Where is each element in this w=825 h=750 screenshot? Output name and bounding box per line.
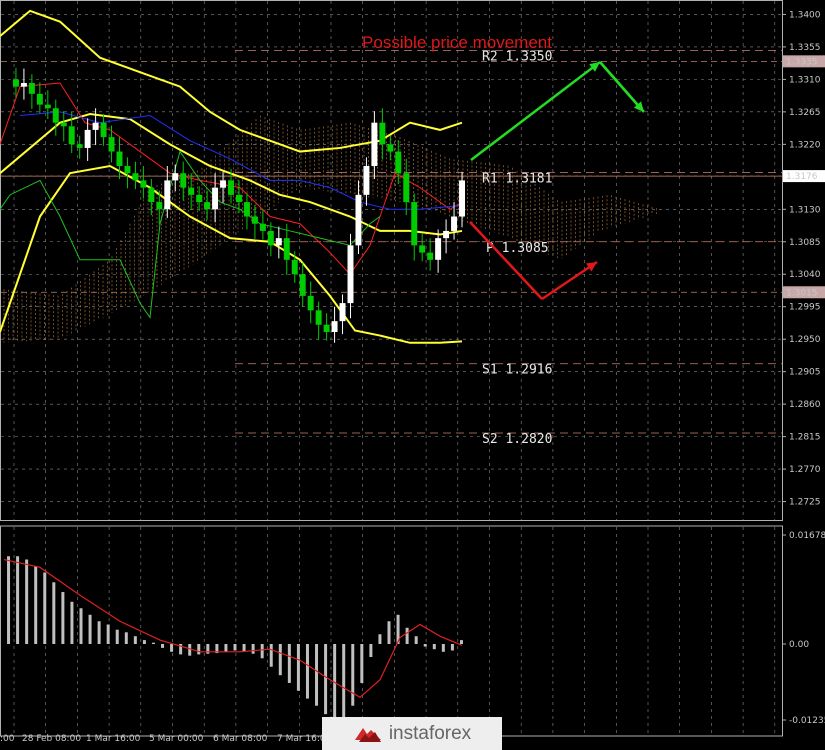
- bear-candle: [52, 108, 59, 123]
- chart-title: Possible price movement: [362, 33, 552, 52]
- bull-candle: [459, 180, 465, 217]
- bear-candle: [236, 194, 242, 203]
- price-tick-label: 1.2995: [789, 303, 821, 313]
- bull-candle: [20, 82, 27, 87]
- bear-candle: [395, 151, 402, 174]
- time-tick-label: 1 Mar 16:00: [86, 734, 141, 744]
- bear-candle: [387, 144, 394, 152]
- level-label-s1: S1 1.2916: [482, 363, 552, 378]
- bear-candle: [228, 180, 234, 195]
- bear-candle: [419, 245, 426, 253]
- bull-candle: [443, 230, 450, 239]
- marked-price-badge: 1.3335: [786, 57, 818, 67]
- bear-candle: [60, 122, 67, 127]
- bear-candle: [259, 223, 266, 231]
- bull-candle: [371, 122, 378, 166]
- bear-candle: [307, 295, 314, 311]
- bear-candle: [148, 187, 155, 203]
- bull-candle: [347, 245, 354, 304]
- price-chart: R2 1.3350R1 1.3181P 1.3085S1 1.2916S2 1.…: [0, 0, 825, 750]
- bear-candle: [132, 173, 139, 181]
- bull-candle: [84, 129, 91, 148]
- bear-candle: [299, 274, 306, 296]
- bull-candle: [275, 238, 282, 246]
- bear-candle: [108, 137, 115, 152]
- brand-name: instaforex: [388, 722, 472, 744]
- bear-candle: [267, 230, 274, 246]
- bear-candle: [323, 324, 330, 332]
- bull-candle: [92, 122, 99, 130]
- price-tick-label: 1.3220: [789, 140, 821, 150]
- level-label-r1: R1 1.3181: [482, 171, 552, 186]
- bear-candle: [283, 238, 290, 260]
- bear-candle: [76, 144, 83, 148]
- bull-candle: [212, 187, 219, 210]
- bear-candle: [188, 187, 195, 195]
- price-tick-label: 1.2905: [789, 368, 821, 378]
- price-tick-label: 1.3130: [789, 205, 821, 215]
- bear-candle: [251, 216, 258, 224]
- bull-candle: [363, 165, 370, 195]
- bear-candle: [204, 202, 211, 210]
- time-tick-label: 5 Mar 00:00: [149, 734, 204, 744]
- time-tick-label-partial: :00: [0, 734, 15, 744]
- price-tick-label: 1.2815: [789, 433, 821, 443]
- bull-candle: [435, 238, 442, 260]
- price-tick-label: 1.3400: [789, 10, 821, 20]
- current-price-badge: 1.3176: [786, 172, 818, 182]
- bear-candle: [36, 93, 43, 105]
- price-tick-label: 1.3310: [789, 75, 821, 85]
- macd-tick-label: 0.00: [789, 640, 809, 650]
- bear-candle: [68, 126, 75, 145]
- price-tick-label: 1.2860: [789, 400, 821, 410]
- macd-tick-label: 0.01678: [789, 531, 825, 541]
- bear-candle: [379, 122, 386, 145]
- support-price-badge: 1.3015: [786, 288, 818, 298]
- brand-logo: instaforex: [322, 717, 502, 750]
- bear-candle: [28, 82, 35, 94]
- bear-candle: [140, 180, 147, 188]
- bear-candle: [243, 202, 250, 217]
- bull-candle: [451, 216, 458, 231]
- bear-candle: [196, 194, 203, 203]
- bear-candle: [44, 104, 51, 109]
- price-tick-label: 1.2770: [789, 465, 821, 475]
- bear-candle: [124, 165, 131, 174]
- bear-candle: [291, 259, 298, 275]
- price-tick-label: 1.3040: [789, 270, 821, 280]
- bear-candle: [427, 252, 434, 260]
- bull-candle: [164, 180, 171, 210]
- price-tick-label: 1.2950: [789, 335, 821, 345]
- bull-candle: [220, 180, 227, 188]
- time-tick-label: 28 Feb 08:00: [22, 734, 81, 744]
- bear-candle: [315, 310, 322, 325]
- macd-tick-label: -0.01235: [789, 716, 825, 726]
- bull-candle: [355, 194, 362, 246]
- bull-candle: [172, 173, 179, 181]
- brand-mark-icon: [354, 727, 381, 742]
- bear-candle: [100, 122, 107, 138]
- bear-candle: [12, 79, 19, 87]
- bear-candle: [411, 202, 418, 246]
- price-tick-label: 1.3265: [789, 108, 821, 118]
- bull-candle: [339, 303, 346, 322]
- time-tick-label: 6 Mar 08:00: [213, 734, 268, 744]
- bull-candle: [331, 321, 338, 332]
- bear-candle: [156, 202, 163, 210]
- price-tick-label: 1.3355: [789, 43, 821, 53]
- level-label-s2: S2 1.2820: [482, 432, 552, 447]
- bear-candle: [403, 173, 410, 203]
- price-tick-label: 1.2725: [789, 498, 821, 508]
- bear-candle: [116, 151, 123, 166]
- price-tick-label: 1.3085: [789, 238, 821, 248]
- bear-candle: [180, 173, 187, 188]
